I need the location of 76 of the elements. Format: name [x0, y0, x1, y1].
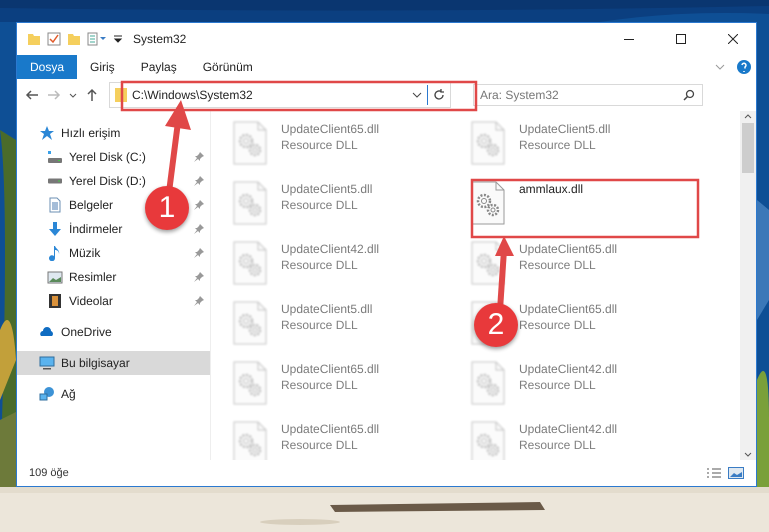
file-type: Resource DLL	[281, 318, 358, 332]
gear-file-icon	[471, 361, 505, 405]
gear-file-icon	[233, 301, 267, 345]
ribbon-tab[interactable]: Görünüm	[190, 55, 266, 79]
ribbon-tab[interactable]: Dosya	[17, 55, 78, 79]
search-field[interactable]: Ara: System32	[473, 84, 703, 106]
file-type: Resource DLL	[519, 318, 596, 332]
gear-file-icon	[233, 181, 267, 225]
checklist-icon[interactable]	[47, 32, 61, 46]
gear-file-icon	[233, 361, 267, 405]
sidebar-item[interactable]: Hızlı erişim	[61, 126, 120, 140]
drive-icon	[47, 178, 63, 184]
file-type: Resource DLL	[281, 438, 358, 452]
file-name[interactable]: UpdateClient5.dll	[281, 302, 372, 316]
maximize-icon	[676, 34, 686, 44]
file-name[interactable]: ammlaux.dll	[519, 182, 584, 196]
file-name[interactable]: UpdateClient65.dll	[519, 302, 618, 316]
selected-sidebar-row[interactable]: Bu bilgisayar	[17, 351, 210, 375]
sidebar-item[interactable]: Bu bilgisayar	[61, 356, 130, 370]
address-bar[interactable]: C:\Windows\System32	[109, 82, 451, 108]
gear-file-icon	[233, 121, 267, 165]
file-type: Resource DLL	[281, 258, 358, 272]
ribbon-tab[interactable]: Paylaş	[128, 55, 190, 79]
picture-icon	[47, 269, 63, 285]
file-name[interactable]: UpdateClient42.dll	[519, 422, 618, 436]
gear-file-icon	[233, 241, 267, 285]
file-name[interactable]: UpdateClient65.dll	[281, 122, 380, 136]
sidebar-item[interactable]: Belgeler	[69, 198, 114, 212]
file-type: Resource DLL	[281, 378, 358, 392]
file-name[interactable]: UpdateClient5.dll	[281, 182, 372, 196]
properties-icon[interactable]	[87, 32, 107, 46]
drive-icon	[47, 149, 63, 165]
file-type: Resource DLL	[281, 138, 358, 152]
star-icon	[39, 125, 55, 141]
back-icon[interactable]	[25, 88, 39, 102]
file-type: Resource DLL	[519, 438, 596, 452]
scrollbar[interactable]	[740, 111, 756, 460]
refresh-icon[interactable]	[432, 88, 446, 102]
ribbon-tab[interactable]: Giriş	[77, 55, 128, 79]
gear-file-icon	[471, 421, 505, 460]
gear-file-icon	[471, 121, 505, 165]
close-icon	[728, 34, 738, 44]
gear-file-icon	[471, 181, 505, 225]
sidebar-item[interactable]: OneDrive	[61, 325, 112, 339]
sidebar-item[interactable]: Yerel Disk (C:)	[69, 150, 146, 164]
file-type: Resource DLL	[519, 258, 596, 272]
file-type: Resource DLL	[281, 198, 358, 212]
sidebar-item[interactable]: Yerel Disk (D:)	[69, 174, 146, 188]
file-name[interactable]: UpdateClient65.dll	[519, 242, 618, 256]
file-type: Resource DLL	[519, 378, 596, 392]
document-icon	[47, 197, 63, 213]
file-type: Resource DLL	[519, 138, 596, 152]
large-icons-view-icon[interactable]	[728, 467, 744, 479]
file-name[interactable]: UpdateClient65.dll	[281, 362, 380, 376]
up-icon[interactable]	[85, 88, 99, 102]
minimize-icon	[624, 38, 634, 40]
sidebar-item[interactable]: Müzik	[69, 246, 100, 260]
file-name[interactable]: UpdateClient65.dll	[281, 422, 380, 436]
network-icon	[39, 386, 55, 402]
sidebar-item[interactable]: Resimler	[69, 270, 116, 284]
scroll-thumb[interactable]	[742, 123, 754, 173]
details-view-icon[interactable]	[706, 467, 722, 479]
search-icon[interactable]	[683, 89, 695, 101]
file-name[interactable]: UpdateClient42.dll	[281, 242, 380, 256]
window-title: System32	[133, 32, 188, 46]
file-name[interactable]: UpdateClient42.dll	[519, 362, 618, 376]
monitor-icon	[39, 355, 55, 371]
folder-icon	[27, 32, 41, 46]
item-count: 109 öğe	[29, 467, 70, 479]
gear-file-icon	[233, 421, 267, 460]
film-icon	[47, 293, 63, 309]
down-arrow-icon	[47, 221, 63, 237]
sidebar-item[interactable]: İndirmeler	[69, 222, 122, 236]
sidebar-item[interactable]: Ağ	[61, 387, 76, 401]
sidebar-item[interactable]: Videolar	[69, 294, 113, 308]
file-name[interactable]: UpdateClient5.dll	[519, 122, 610, 136]
